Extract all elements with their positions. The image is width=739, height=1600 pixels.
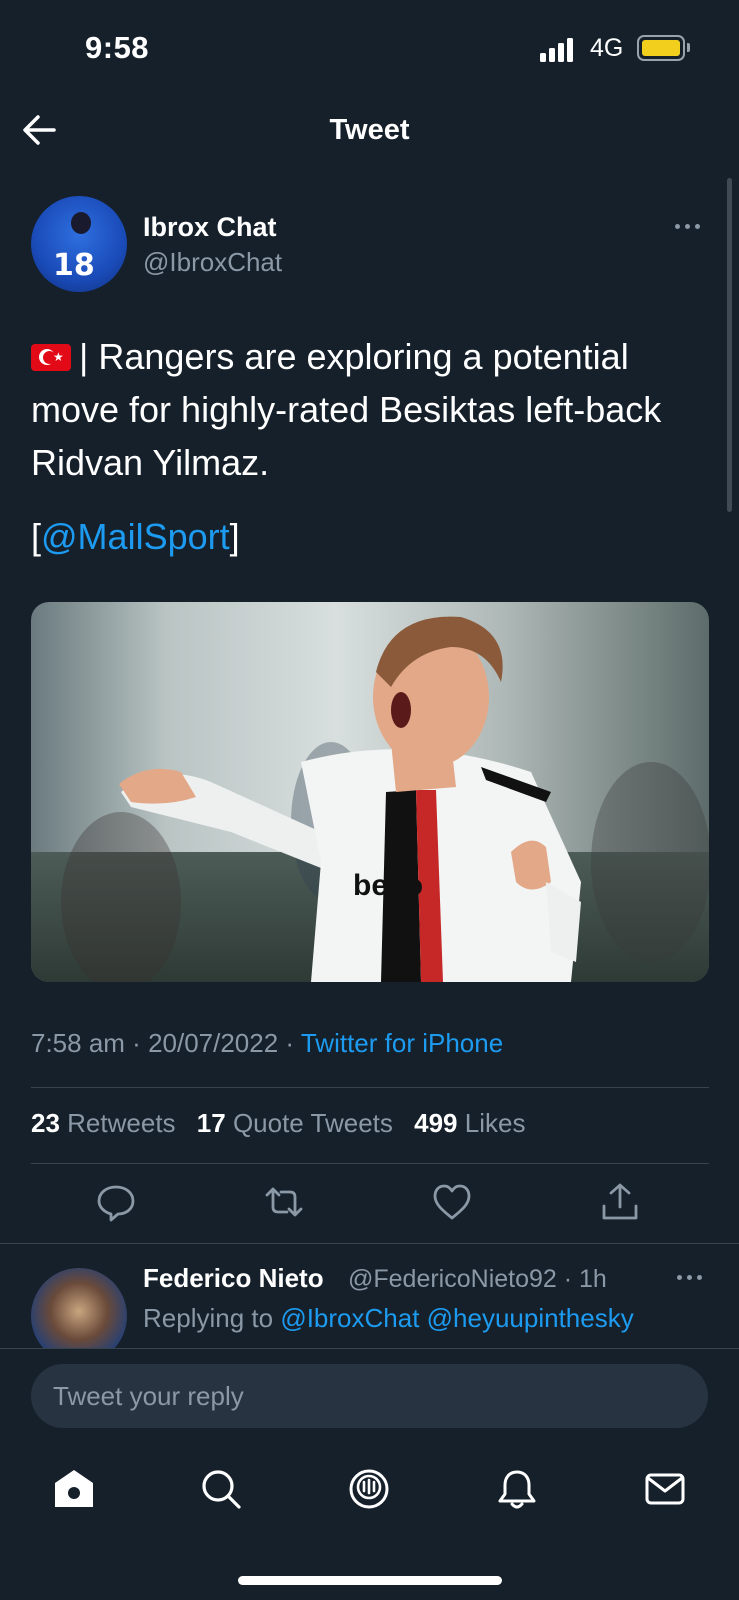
author-avatar[interactable]: 18 xyxy=(31,196,127,292)
divider xyxy=(31,1087,709,1088)
battery-cap xyxy=(687,43,690,52)
tweet-header: Tweet xyxy=(0,100,739,162)
bottom-tab-bar xyxy=(0,1452,739,1532)
reply-composer-bar: Tweet your reply xyxy=(0,1348,739,1448)
reply-more-options-icon[interactable] xyxy=(677,1267,707,1287)
mention-line: [@MailSport] xyxy=(31,510,240,563)
tweet-body: | Rangers are exploring a potential move… xyxy=(31,336,662,483)
status-time: 9:58 xyxy=(85,30,150,65)
search-icon[interactable] xyxy=(198,1466,244,1512)
replying-to-users[interactable]: @IbroxChat @heyuupinthesky xyxy=(280,1303,633,1333)
page-title: Tweet xyxy=(329,114,410,146)
tweet-stats: 23 Retweets 17 Quote Tweets 499 Likes xyxy=(31,1108,539,1139)
tweet-source-link[interactable]: Twitter for iPhone xyxy=(301,1028,503,1058)
reply-author-name[interactable]: Federico Nieto xyxy=(143,1263,324,1294)
replying-to: Replying to @IbroxChat @heyuupinthesky xyxy=(143,1303,634,1333)
tweet-actions xyxy=(0,1180,739,1230)
tweet-media-photo[interactable]: beko xyxy=(31,602,709,982)
reply-icon[interactable] xyxy=(94,1180,138,1224)
notifications-icon[interactable] xyxy=(494,1466,540,1512)
turkey-flag-icon: ★ xyxy=(31,344,71,371)
spaces-icon[interactable] xyxy=(346,1466,392,1512)
like-icon[interactable] xyxy=(430,1180,474,1224)
retweet-icon[interactable] xyxy=(262,1180,306,1224)
likes-stat[interactable]: 499 Likes xyxy=(414,1108,525,1138)
quote-tweets-stat[interactable]: 17 Quote Tweets xyxy=(197,1108,393,1138)
share-icon[interactable] xyxy=(598,1180,642,1224)
player-photo: beko xyxy=(61,616,709,982)
bracket-open: [ xyxy=(31,516,42,557)
bracket-close: ] xyxy=(229,516,240,557)
home-icon[interactable] xyxy=(51,1466,97,1512)
more-options-icon[interactable] xyxy=(675,216,705,236)
divider xyxy=(0,1243,739,1244)
author-handle[interactable]: @IbroxChat xyxy=(143,247,282,278)
author-name[interactable]: Ibrox Chat xyxy=(143,212,277,243)
tweet-text: ★ | Rangers are exploring a potential mov… xyxy=(31,330,711,489)
tweet-meta: 7:58 am · 20/07/2022 · Twitter for iPhon… xyxy=(31,1028,504,1058)
reply-handle-time: @FedericoNieto92 · 1h xyxy=(348,1265,607,1293)
tweet-time: 7:58 am xyxy=(31,1028,125,1058)
status-bar: 9:58 4G xyxy=(0,0,739,96)
cellular-signal-icon xyxy=(540,38,576,62)
divider xyxy=(31,1163,709,1164)
battery-icon xyxy=(637,35,685,61)
tweet-date: 20/07/2022 xyxy=(148,1028,279,1058)
reply-input[interactable]: Tweet your reply xyxy=(31,1364,708,1428)
messages-icon[interactable] xyxy=(642,1466,688,1512)
network-type: 4G xyxy=(590,34,624,62)
retweets-stat[interactable]: 23 Retweets xyxy=(31,1108,176,1138)
scrollbar[interactable] xyxy=(727,178,732,512)
mention-link[interactable]: @MailSport xyxy=(41,516,230,557)
home-indicator[interactable] xyxy=(238,1576,502,1585)
svg-text:beko: beko xyxy=(353,869,423,902)
